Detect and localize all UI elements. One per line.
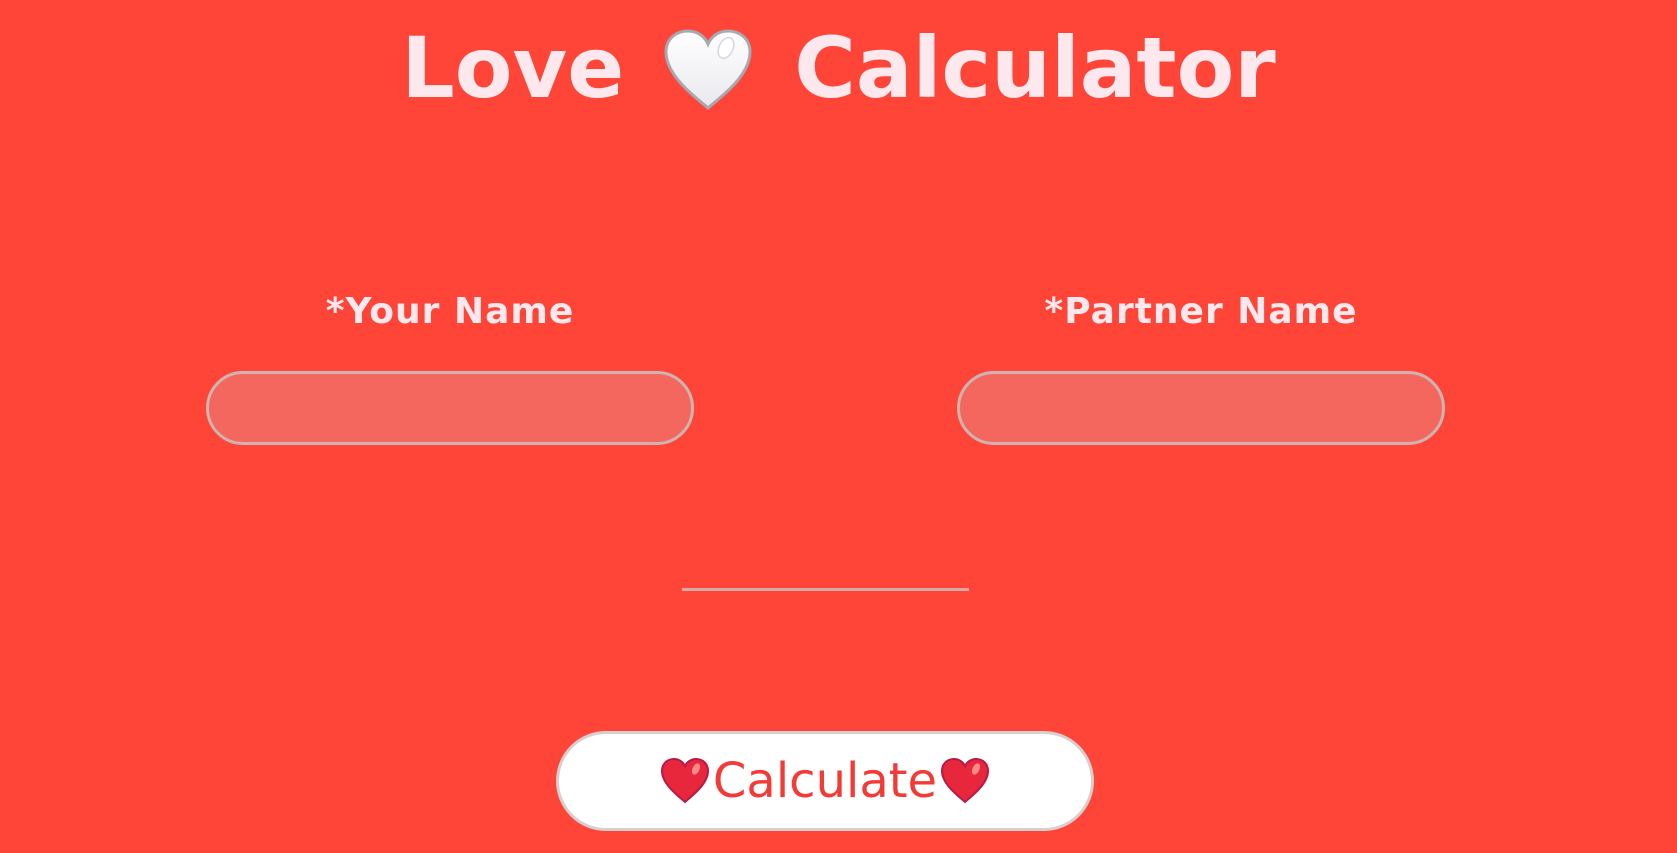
your-name-label: *Your Name [325, 291, 575, 332]
red-heart-icon [659, 757, 711, 805]
your-name-input[interactable] [206, 371, 694, 445]
calculate-button[interactable]: Calculate [556, 731, 1094, 831]
partner-name-label: *Partner Name [1044, 291, 1358, 332]
calculate-label: Calculate [712, 753, 938, 809]
result-divider [682, 588, 969, 591]
partner-name-input[interactable] [957, 371, 1445, 445]
title-love: Love [401, 19, 625, 118]
white-heart-icon [662, 28, 754, 112]
title-calculator: Calculator [794, 19, 1276, 118]
your-name-field: *Your Name [206, 288, 694, 445]
partner-name-field: *Partner Name [957, 288, 1445, 445]
page-title: Love Calculator [0, 12, 1677, 118]
red-heart-icon [939, 757, 991, 805]
